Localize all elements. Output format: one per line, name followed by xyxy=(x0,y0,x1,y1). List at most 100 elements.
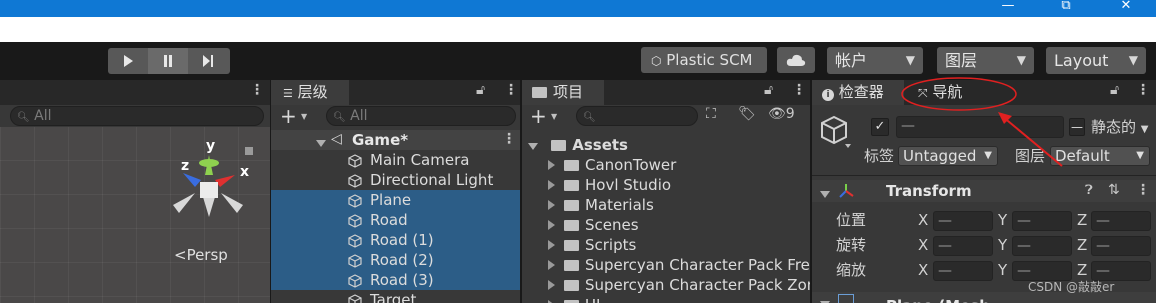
y-value-field[interactable]: — xyxy=(1012,211,1072,231)
scene-row-menu-icon[interactable]: ⋮ xyxy=(502,131,516,147)
hierarchy-item[interactable]: Road (3) xyxy=(271,270,520,290)
project-folder-row[interactable]: Supercyan Character Pack Free xyxy=(522,255,810,275)
folder-icon xyxy=(564,220,579,231)
expand-arrow-icon[interactable] xyxy=(548,220,555,230)
filter-type-icon[interactable]: ⛶ xyxy=(706,106,716,122)
expand-arrow-icon[interactable] xyxy=(820,296,830,303)
preset-icon[interactable]: ⇅ xyxy=(1108,182,1120,198)
minimize-button[interactable]: — xyxy=(994,0,1022,14)
hierarchy-item[interactable]: Road (1) xyxy=(271,230,520,250)
perspective-label[interactable]: <Persp xyxy=(174,246,228,264)
active-checkbox[interactable]: ✓ xyxy=(871,118,889,136)
hierarchy-item[interactable]: Road xyxy=(271,210,520,230)
play-button[interactable] xyxy=(108,48,148,74)
plastic-scm-label: Plastic SCM xyxy=(666,51,753,69)
y-value-field[interactable]: — xyxy=(1012,236,1072,256)
folder-icon xyxy=(564,160,579,171)
static-dropdown[interactable]: 静态的 ▼ xyxy=(1091,117,1149,140)
lock-icon[interactable]: 🔓︎ xyxy=(1110,82,1119,98)
project-folder-row[interactable]: UI xyxy=(522,295,810,303)
hierarchy-item[interactable]: Target xyxy=(271,290,520,303)
filter-label-icon[interactable]: 🏷︎ xyxy=(738,106,756,122)
x-value-field[interactable]: — xyxy=(933,261,993,281)
divider xyxy=(810,80,812,303)
chevron-down-icon[interactable]: ▼ xyxy=(551,112,557,121)
expand-arrow-icon[interactable] xyxy=(548,260,555,270)
project-add-button[interactable]: + xyxy=(530,104,547,128)
expand-arrow-icon[interactable] xyxy=(820,186,830,202)
static-checkbox[interactable]: — xyxy=(1069,118,1085,136)
axis-x-label: X xyxy=(918,236,929,254)
project-folder-row[interactable]: Supercyan Character Pack Zom xyxy=(522,275,810,295)
help-icon[interactable]: ❓︎ xyxy=(1085,183,1093,198)
expand-arrow-icon[interactable] xyxy=(548,200,555,210)
search-icon: 🔍︎ xyxy=(333,112,346,123)
playback-controls xyxy=(108,48,230,74)
hierarchy-search-input[interactable]: 🔍︎ All xyxy=(326,106,516,126)
tab-project[interactable]: 项目 xyxy=(522,80,604,105)
expand-arrow-icon[interactable] xyxy=(548,180,555,190)
layout-dropdown[interactable]: Layout ▼ xyxy=(1046,47,1146,74)
expand-arrow-icon[interactable] xyxy=(548,240,555,250)
scene-search-input[interactable]: 🔍︎ All xyxy=(10,106,264,126)
x-value-field[interactable]: — xyxy=(933,211,993,231)
close-button[interactable]: ✕ xyxy=(1112,0,1140,14)
hidden-packages-icon[interactable]: 👁︎9 xyxy=(768,106,795,122)
project-menu-icon[interactable]: ⋮ xyxy=(792,82,806,98)
gameobject-icon xyxy=(348,193,362,208)
expand-arrow-icon[interactable] xyxy=(316,135,326,151)
gameobject-icon xyxy=(348,173,362,188)
project-folder-row[interactable]: Materials xyxy=(522,195,810,215)
play-icon xyxy=(124,55,133,67)
transform-menu-icon[interactable]: ⋮ xyxy=(1136,182,1150,198)
project-folder-label: Hovl Studio xyxy=(585,176,672,194)
scene-menu-icon[interactable]: ⋮ xyxy=(250,82,264,98)
restore-button[interactable]: ⧉ xyxy=(1052,0,1080,14)
transform-header[interactable] xyxy=(812,180,1156,202)
hierarchy-add-button[interactable]: + xyxy=(280,104,297,128)
scene-search-placeholder: All xyxy=(34,108,52,124)
gizmo-z-label: z xyxy=(181,158,190,174)
hierarchy-item[interactable]: Road (2) xyxy=(271,250,520,270)
gizmo-x-label: x xyxy=(240,164,250,180)
folder-icon xyxy=(564,240,579,251)
plastic-icon: ⬡ xyxy=(651,54,662,68)
assets-root-row[interactable]: Assets xyxy=(522,135,810,155)
z-value-field[interactable]: — xyxy=(1091,236,1151,256)
expand-arrow-icon[interactable] xyxy=(548,160,555,170)
hierarchy-item-label: Road (1) xyxy=(370,231,434,249)
project-search-input[interactable]: 🔍︎ xyxy=(576,106,698,126)
project-folder-row[interactable]: Scripts xyxy=(522,235,810,255)
project-folder-row[interactable]: Hovl Studio xyxy=(522,175,810,195)
pause-icon xyxy=(164,55,172,67)
hierarchy-item[interactable]: Directional Light xyxy=(271,170,520,190)
hierarchy-menu-icon[interactable]: ⋮ xyxy=(504,82,518,98)
pause-button[interactable] xyxy=(148,48,188,74)
search-icon: 🔍︎ xyxy=(17,112,30,123)
folder-icon xyxy=(564,200,579,211)
hierarchy-item[interactable]: Main Camera xyxy=(271,150,520,170)
z-value-field[interactable]: — xyxy=(1091,211,1151,231)
folder-icon xyxy=(532,87,547,98)
mesh-filter-icon xyxy=(838,294,854,303)
x-value-field[interactable]: — xyxy=(933,236,993,256)
step-button[interactable] xyxy=(188,48,228,74)
account-dropdown[interactable]: 帐户 ▼ xyxy=(827,47,923,74)
chevron-down-icon[interactable]: ▼ xyxy=(301,112,307,121)
expand-arrow-icon[interactable] xyxy=(548,280,555,290)
tab-hierarchy[interactable]: ☰ 层级 xyxy=(271,80,349,105)
expand-arrow-icon xyxy=(528,143,538,150)
assets-root-label: Assets xyxy=(572,136,628,154)
layers-dropdown[interactable]: 图层 ▼ xyxy=(937,47,1034,74)
lock-icon[interactable]: 🔓︎ xyxy=(764,82,773,98)
lock-icon[interactable]: 🔓︎ xyxy=(476,82,485,98)
hierarchy-item-label: Directional Light xyxy=(370,171,494,189)
inspector-menu-icon[interactable]: ⋮ xyxy=(1136,82,1150,98)
cloud-button[interactable] xyxy=(777,47,815,73)
project-folder-row[interactable]: CanonTower xyxy=(522,155,810,175)
hierarchy-item[interactable]: Plane xyxy=(271,190,520,210)
project-folder-label: UI xyxy=(585,296,600,303)
plastic-scm-button[interactable]: ⬡ Plastic SCM xyxy=(641,47,767,73)
transform-title: Transform xyxy=(886,182,972,200)
project-folder-row[interactable]: Scenes xyxy=(522,215,810,235)
